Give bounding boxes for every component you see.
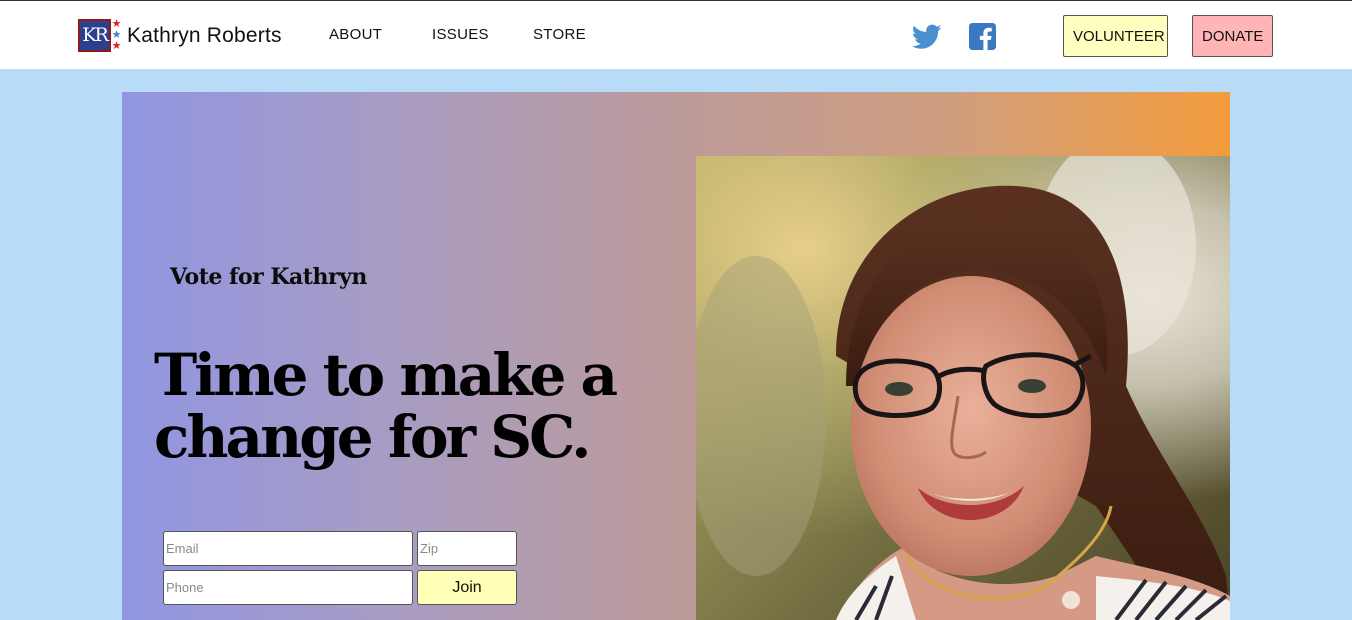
star-icon: ★ xyxy=(111,39,122,52)
nav-issues-link[interactable]: ISSUES xyxy=(432,26,489,43)
hero-section: Vote for Kathryn Time to make a change f… xyxy=(122,92,1230,620)
logo-box: KR xyxy=(78,19,111,52)
hero-headline-line1: Time to make a xyxy=(154,341,618,409)
brand-name[interactable]: Kathryn Roberts xyxy=(127,24,282,48)
hero-headline-line2: change for SC. xyxy=(154,403,592,471)
portrait-illustration xyxy=(696,156,1230,620)
phone-input[interactable] xyxy=(163,570,413,605)
donate-button[interactable]: DONATE xyxy=(1192,15,1273,57)
nav-about-link[interactable]: ABOUT xyxy=(329,26,382,43)
logo[interactable]: KR ★ ★ ★ xyxy=(78,18,122,53)
hero-headline: Time to make a change for SC. xyxy=(154,344,674,468)
twitter-icon-glyph xyxy=(911,24,942,49)
brand[interactable]: KR ★ ★ ★ Kathryn Roberts xyxy=(78,18,282,53)
nav-store-link[interactable]: STORE xyxy=(533,26,586,43)
twitter-icon[interactable] xyxy=(911,24,942,54)
email-input[interactable] xyxy=(163,531,413,566)
hero-kicker: Vote for Kathryn xyxy=(170,264,367,290)
zip-input[interactable] xyxy=(417,531,517,566)
facebook-icon[interactable] xyxy=(969,23,996,54)
facebook-icon-glyph xyxy=(969,23,996,50)
candidate-photo xyxy=(696,156,1230,620)
join-button[interactable]: Join xyxy=(417,570,517,605)
logo-stars: ★ ★ ★ xyxy=(111,18,122,51)
volunteer-button[interactable]: VOLUNTEER xyxy=(1063,15,1168,57)
site-header: KR ★ ★ ★ Kathryn Roberts ABOUT ISSUES ST… xyxy=(0,0,1352,69)
